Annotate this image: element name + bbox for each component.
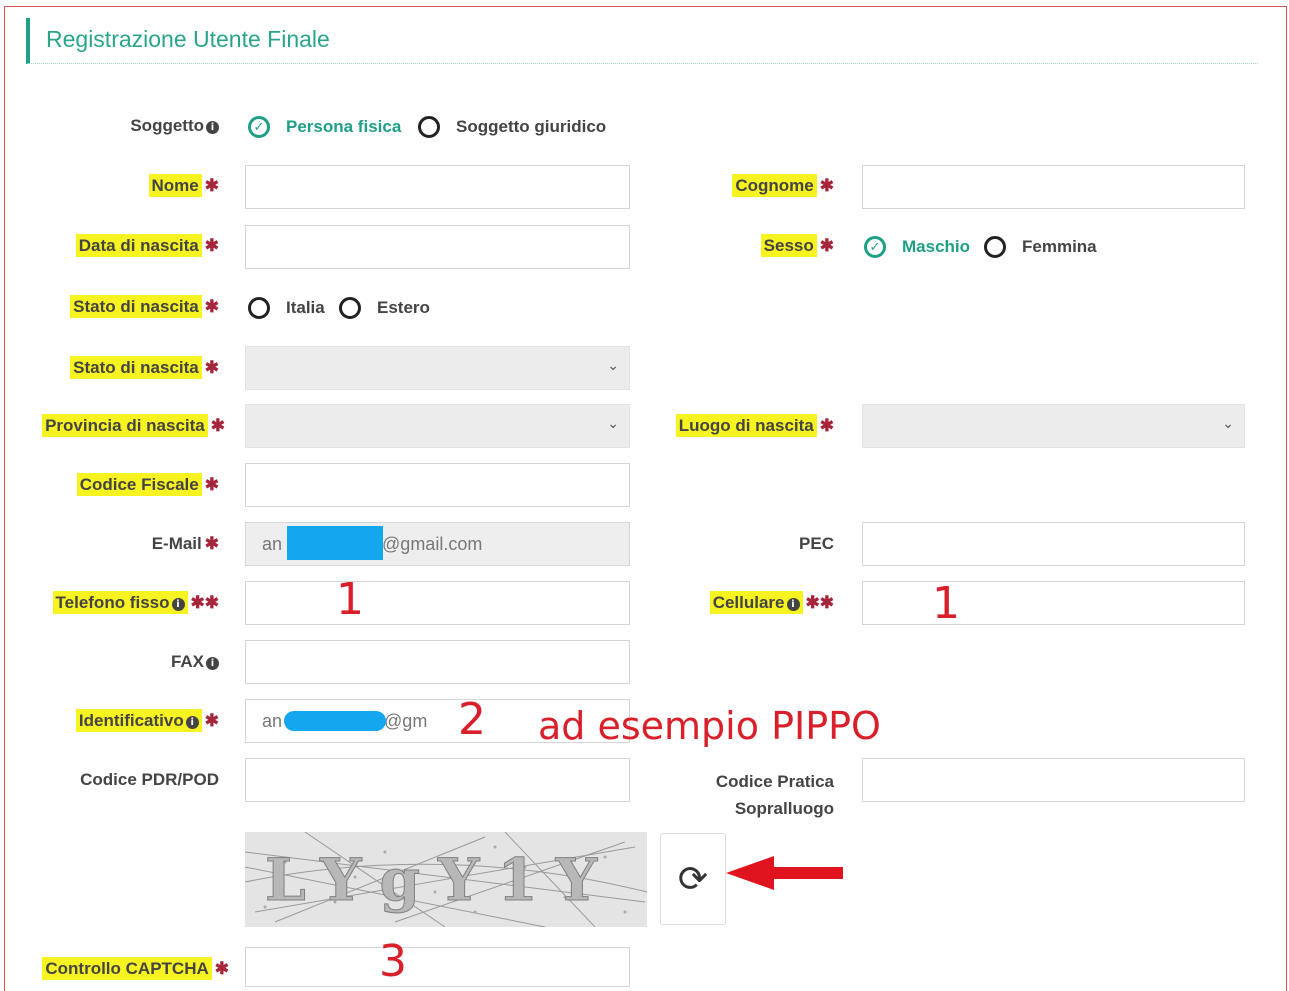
soggetto-label: Soggetto i [130,115,219,137]
form-header: Registrazione Utente Finale [26,18,1258,64]
cognome-input[interactable] [862,165,1245,209]
red-arrow-icon [726,856,843,890]
sesso-label: Sesso ✱ [760,234,834,257]
form-title: Registrazione Utente Finale [46,26,330,52]
redaction-box [284,711,386,731]
required-asterisk: ✱✱ [190,593,220,612]
info-icon: i [185,716,199,729]
nome-label: Nome ✱ [148,174,219,197]
fax-input[interactable] [245,640,630,684]
cellulare-input[interactable] [862,581,1245,625]
required-asterisk: ✱ [204,297,219,316]
required-asterisk: ✱ [214,959,229,978]
refresh-icon: ⟳ [677,858,709,900]
codice-fiscale-label: Codice Fiscale ✱ [76,473,219,496]
radio-italia[interactable]: Italia [248,297,325,319]
nome-input[interactable] [245,165,630,209]
radio-circle-icon [418,116,440,138]
radio-circle-icon [339,297,361,319]
cellulare-label: Cellulare i ✱✱ [709,591,835,614]
required-asterisk: ✱ [819,176,834,195]
required-asterisk: ✱ [204,176,219,195]
chevron-down-icon: ⌄ [607,415,619,431]
telefono-input[interactable] [245,581,630,625]
fax-label: FAX i [171,651,219,673]
pratica-label: Codice Pratica Sopralluogo [715,772,834,818]
annotation-number-3: 3 [379,936,407,987]
cognome-label: Cognome ✱ [732,174,834,197]
annotation-number-1: 1 [336,574,364,625]
required-asterisk: ✱ [819,236,834,255]
stato-nascita-select[interactable]: ⌄ [245,346,630,390]
captcha-input[interactable] [245,947,630,987]
check-circle-icon: ✓ [248,116,270,138]
data-nascita-label: Data di nascita ✱ [75,234,219,257]
stato-nascita-radio-label: Stato di nascita ✱ [70,295,219,318]
luogo-label: Luogo di nascita ✱ [675,414,834,437]
radio-persona-fisica[interactable]: ✓ Persona fisica [248,116,401,138]
telefono-label: Telefono fisso i ✱✱ [52,591,220,614]
pdr-input[interactable] [245,758,630,802]
chevron-down-icon: ⌄ [607,357,619,373]
info-icon: i [206,657,219,670]
required-asterisk: ✱ [210,416,225,435]
radio-soggetto-giuridico[interactable]: Soggetto giuridico [418,116,606,138]
annotation-number-1: 1 [932,578,960,629]
provincia-select[interactable]: ⌄ [245,404,630,448]
chevron-down-icon: ⌄ [1222,415,1234,431]
pdr-label: Codice PDR/POD [80,770,219,789]
data-nascita-input[interactable] [245,225,630,269]
required-asterisk: ✱ [204,475,219,494]
check-circle-icon: ✓ [864,236,886,258]
required-asterisk: ✱ [204,711,219,730]
required-asterisk: ✱ [819,416,834,435]
radio-maschio[interactable]: ✓ Maschio [864,236,970,258]
svg-text:LYgY1Y: LYgY1Y [265,846,615,914]
required-asterisk: ✱ [204,534,219,553]
email-label: E-Mail ✱ [151,534,219,553]
refresh-captcha-button[interactable]: ⟳ [660,833,726,925]
pec-label: PEC [799,534,834,553]
annotation-number-2: 2 [458,694,486,745]
required-asterisk: ✱ [204,236,219,255]
radio-estero[interactable]: Estero [339,297,430,319]
captcha-image: LYgY1Y [245,832,647,927]
pec-input[interactable] [862,522,1245,566]
luogo-select[interactable]: ⌄ [862,404,1245,448]
radio-femmina[interactable]: Femmina [984,236,1097,258]
stato-nascita-select-label: Stato di nascita ✱ [70,356,219,379]
info-icon: i [171,598,185,611]
redaction-box [287,526,383,560]
annotation-example: ad esempio PIPPO [538,704,881,748]
radio-circle-icon [984,236,1006,258]
pratica-input[interactable] [862,758,1245,802]
codice-fiscale-input[interactable] [245,463,630,507]
identificativo-label: Identificativo i ✱ [75,709,219,732]
info-icon: i [786,598,800,611]
info-icon: i [206,121,219,134]
radio-circle-icon [248,297,270,319]
captcha-label: Controllo CAPTCHA ✱ [42,957,229,980]
required-asterisk: ✱ [204,358,219,377]
required-asterisk: ✱✱ [805,593,835,612]
provincia-label: Provincia di nascita ✱ [42,414,225,437]
